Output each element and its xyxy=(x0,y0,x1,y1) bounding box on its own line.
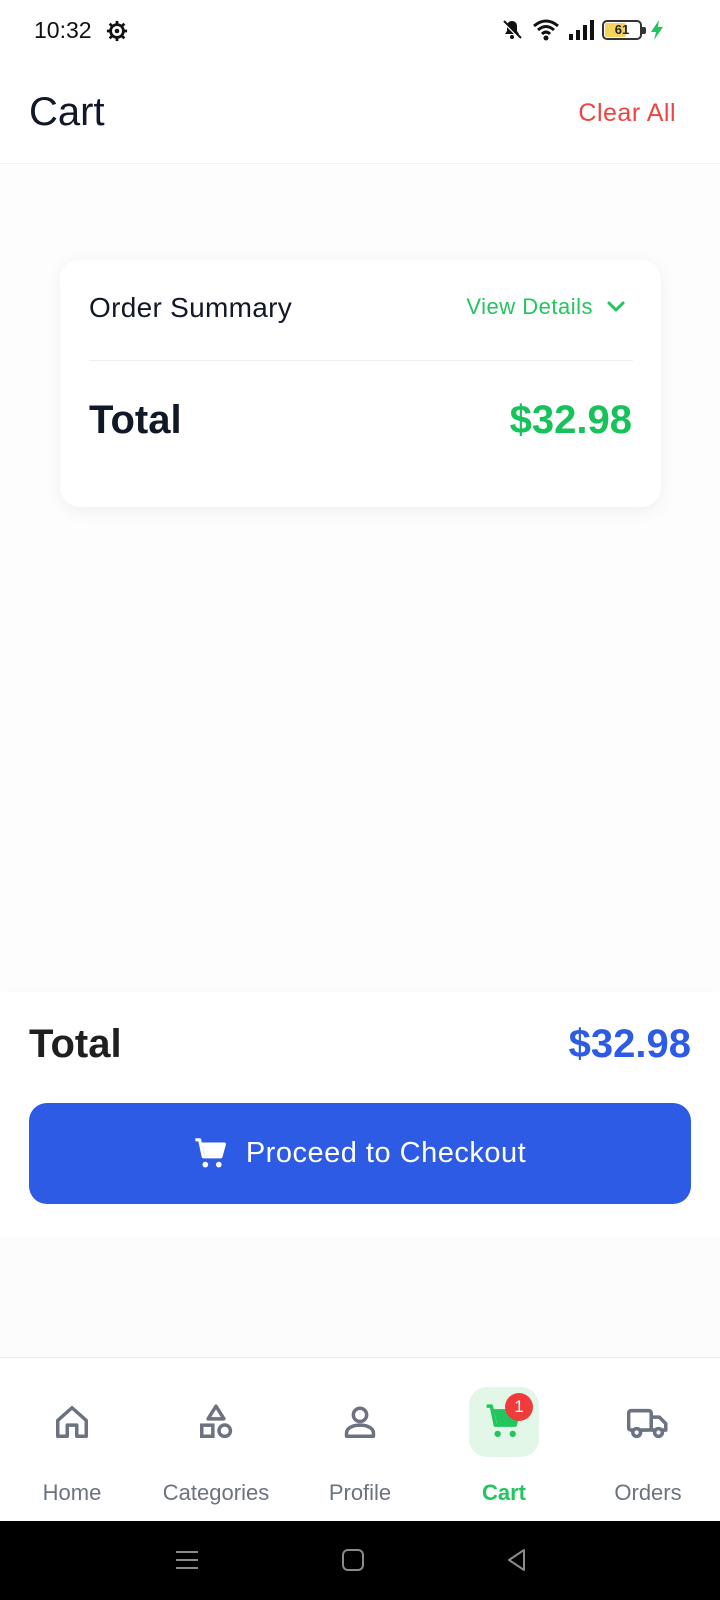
home-button-icon[interactable] xyxy=(338,1545,368,1575)
system-nav-bar xyxy=(0,1521,720,1600)
view-details-button[interactable]: View Details xyxy=(466,294,627,320)
order-summary-title: Order Summary xyxy=(89,292,293,323)
menu-icon[interactable] xyxy=(172,1545,202,1575)
order-summary-card: Order Summary View Details Total $32.98 xyxy=(60,260,661,507)
cart-icon xyxy=(195,1137,226,1167)
wifi-icon xyxy=(533,19,559,41)
status-bar: 10:32 61 xyxy=(0,0,720,64)
checkout-total-label: Total xyxy=(29,1022,122,1066)
chevron-down-icon xyxy=(607,301,625,312)
nav-label-orders: Orders xyxy=(614,1480,682,1505)
nav-label-profile: Profile xyxy=(328,1480,392,1505)
nav-item-orders[interactable]: Orders xyxy=(576,1358,720,1522)
page-title: Cart xyxy=(29,90,105,134)
bottom-nav: Home Categories Profile Cart Orders xyxy=(0,1357,720,1521)
spacer xyxy=(0,1237,720,1357)
summary-total-label: Total xyxy=(89,398,182,442)
profile-icon xyxy=(325,1387,395,1457)
charging-icon xyxy=(651,20,663,40)
back-icon[interactable] xyxy=(502,1545,532,1575)
nav-label-home: Home xyxy=(42,1480,102,1505)
clear-all-button[interactable]: Clear All xyxy=(578,99,676,128)
nav-item-cart[interactable]: Cart xyxy=(432,1358,576,1522)
battery-tip xyxy=(642,27,646,34)
nav-item-profile[interactable]: Profile xyxy=(288,1358,432,1522)
battery-percent: 61 xyxy=(614,22,630,37)
proceed-to-checkout-button[interactable]: Proceed to Checkout xyxy=(29,1103,691,1204)
home-icon xyxy=(37,1387,107,1457)
checkout-total-value: $32.98 xyxy=(568,1022,691,1066)
divider xyxy=(89,360,633,361)
nav-item-categories[interactable]: Categories xyxy=(144,1358,288,1522)
summary-total-value: $32.98 xyxy=(509,398,632,442)
nav-label-cart: Cart xyxy=(481,1480,526,1505)
checkout-panel: Total $32.98 Proceed to Checkout xyxy=(0,992,720,1237)
status-time: 10:32 xyxy=(34,17,92,43)
app-header: Cart Clear All xyxy=(0,64,720,164)
bell-off-icon xyxy=(501,19,523,41)
cart-count-badge: 1 xyxy=(505,1393,533,1421)
nav-item-home[interactable]: Home xyxy=(0,1358,144,1522)
truck-icon xyxy=(613,1387,683,1457)
battery-icon: 61 xyxy=(602,20,646,40)
categories-icon xyxy=(181,1387,251,1457)
checkout-button-label: Proceed to Checkout xyxy=(245,1137,527,1169)
nav-label-categories: Categories xyxy=(162,1480,270,1505)
status-icons: 61 xyxy=(500,18,664,42)
signal-icon xyxy=(569,20,594,40)
view-details-label: View Details xyxy=(466,294,593,319)
gear-icon xyxy=(106,20,128,42)
